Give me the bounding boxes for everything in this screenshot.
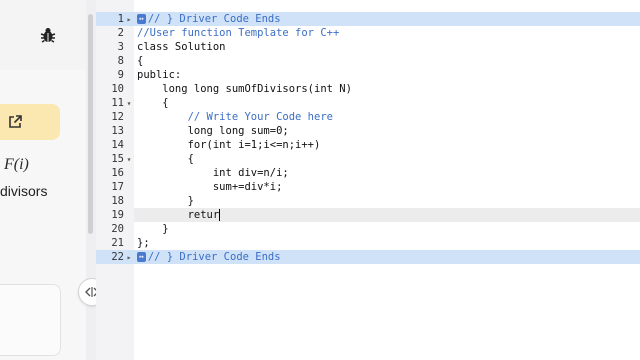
code-text: }; — [137, 237, 150, 249]
code-text: { — [137, 55, 144, 67]
line-number-text: 19 — [111, 209, 124, 221]
code-text: long long sumOfDivisors(int N) — [137, 83, 352, 95]
code-line[interactable]: class Solution — [134, 40, 640, 54]
code-text: // } Driver Code Ends — [147, 13, 281, 25]
code-text: long long sum=0; — [137, 125, 289, 137]
open-external-button[interactable] — [0, 104, 60, 140]
code-text: { — [137, 153, 194, 165]
panel-divider[interactable] — [86, 0, 96, 360]
code-text: int div=n/i; — [137, 167, 289, 179]
code-text: public: — [137, 69, 182, 81]
line-number: 21 — [96, 236, 134, 250]
code-editor[interactable]: 1 ▸ 2 3 8 9 10 11 ▾ 12 13 14 15 ▾ 16 17 18 19 20 21 22 ▸ ↔// … — [96, 0, 640, 360]
line-number: 18 — [96, 194, 134, 208]
code-line[interactable]: } — [134, 222, 640, 236]
code-line[interactable]: ↔// } Driver Code Ends — [134, 250, 640, 264]
line-number: 1 ▸ — [96, 12, 134, 26]
bug-icon[interactable] — [39, 26, 57, 44]
line-number-text: 13 — [111, 125, 124, 137]
folded-code-icon[interactable]: ↔ — [137, 252, 146, 262]
code-line[interactable]: ↔// } Driver Code Ends — [134, 12, 640, 26]
line-number: 15 ▾ — [96, 152, 134, 166]
line-number: 8 — [96, 54, 134, 68]
line-number-text: 12 — [111, 111, 124, 123]
formula-text: F(i) — [4, 156, 29, 173]
line-number: 9 — [96, 68, 134, 82]
code-area[interactable]: ↔// } Driver Code Ends//User function Te… — [134, 0, 640, 360]
code-line[interactable]: // Write Your Code here — [134, 110, 640, 124]
code-text: class Solution — [137, 41, 226, 53]
fold-toggle-icon[interactable]: ▸ — [124, 251, 134, 265]
fold-toggle-icon[interactable]: ▾ — [124, 97, 134, 111]
code-line[interactable]: { — [134, 54, 640, 68]
code-line[interactable]: for(int i=1;i<=n;i++) — [134, 138, 640, 152]
line-number-text: 17 — [111, 181, 124, 193]
code-line[interactable]: }; — [134, 236, 640, 250]
problem-text: divisors — [0, 183, 48, 199]
fold-toggle-icon[interactable]: ▾ — [124, 153, 134, 167]
code-text: // } Driver Code Ends — [147, 251, 281, 263]
code-line[interactable]: public: — [134, 68, 640, 82]
line-number: 3 — [96, 40, 134, 54]
line-number-text: 9 — [117, 69, 124, 81]
code-text: //User function Template for C++ — [137, 27, 340, 39]
scrollbar-thumb[interactable] — [88, 14, 93, 234]
line-number-text: 18 — [111, 195, 124, 207]
line-number: 16 — [96, 166, 134, 180]
line-number: 22 ▸ — [96, 250, 134, 264]
line-number-text: 16 — [111, 167, 124, 179]
code-line[interactable]: { — [134, 96, 640, 110]
code-line[interactable]: { — [134, 152, 640, 166]
code-line[interactable]: int div=n/i; — [134, 166, 640, 180]
line-number-gutter: 1 ▸ 2 3 8 9 10 11 ▾ 12 13 14 15 ▾ 16 17 18 19 20 21 22 ▸ — [96, 0, 134, 360]
line-number-text: 15 — [111, 153, 124, 165]
line-number: 2 — [96, 26, 134, 40]
line-number: 13 — [96, 124, 134, 138]
code-text: for(int i=1;i<=n;i++) — [137, 139, 321, 151]
line-number-text: 8 — [117, 55, 124, 67]
external-link-icon — [9, 115, 22, 128]
code-text: // Write Your Code here — [137, 111, 333, 123]
line-number-text: 10 — [111, 83, 124, 95]
line-number-text: 22 — [111, 251, 124, 263]
folded-code-icon[interactable]: ↔ — [137, 14, 146, 24]
line-number: 11 ▾ — [96, 96, 134, 110]
code-text: { — [137, 97, 169, 109]
line-number: 19 — [96, 208, 134, 222]
code-text: retur — [137, 209, 220, 221]
line-number: 14 — [96, 138, 134, 152]
code-text: } — [137, 223, 169, 235]
line-number: 12 — [96, 110, 134, 124]
line-number: 20 — [96, 222, 134, 236]
line-number-text: 14 — [111, 139, 124, 151]
problem-panel: F(i) divisors — [0, 0, 86, 360]
code-line[interactable]: retur — [134, 208, 640, 222]
line-number-text: 1 — [117, 13, 124, 25]
line-number-text: 2 — [117, 27, 124, 39]
info-card — [0, 284, 61, 356]
line-number-text: 3 — [117, 41, 124, 53]
line-number: 10 — [96, 82, 134, 96]
line-number: 17 — [96, 180, 134, 194]
code-line[interactable]: sum+=div*i; — [134, 180, 640, 194]
code-line[interactable]: //User function Template for C++ — [134, 26, 640, 40]
fold-toggle-icon[interactable]: ▸ — [124, 13, 134, 27]
code-line[interactable]: long long sum=0; — [134, 124, 640, 138]
line-number-text: 20 — [111, 223, 124, 235]
line-number-text: 21 — [111, 237, 124, 249]
code-text: sum+=div*i; — [137, 181, 283, 193]
text-cursor — [219, 209, 221, 221]
code-text: } — [137, 195, 194, 207]
line-number-text: 11 — [111, 97, 124, 109]
code-line[interactable]: } — [134, 194, 640, 208]
code-line[interactable]: long long sumOfDivisors(int N) — [134, 82, 640, 96]
